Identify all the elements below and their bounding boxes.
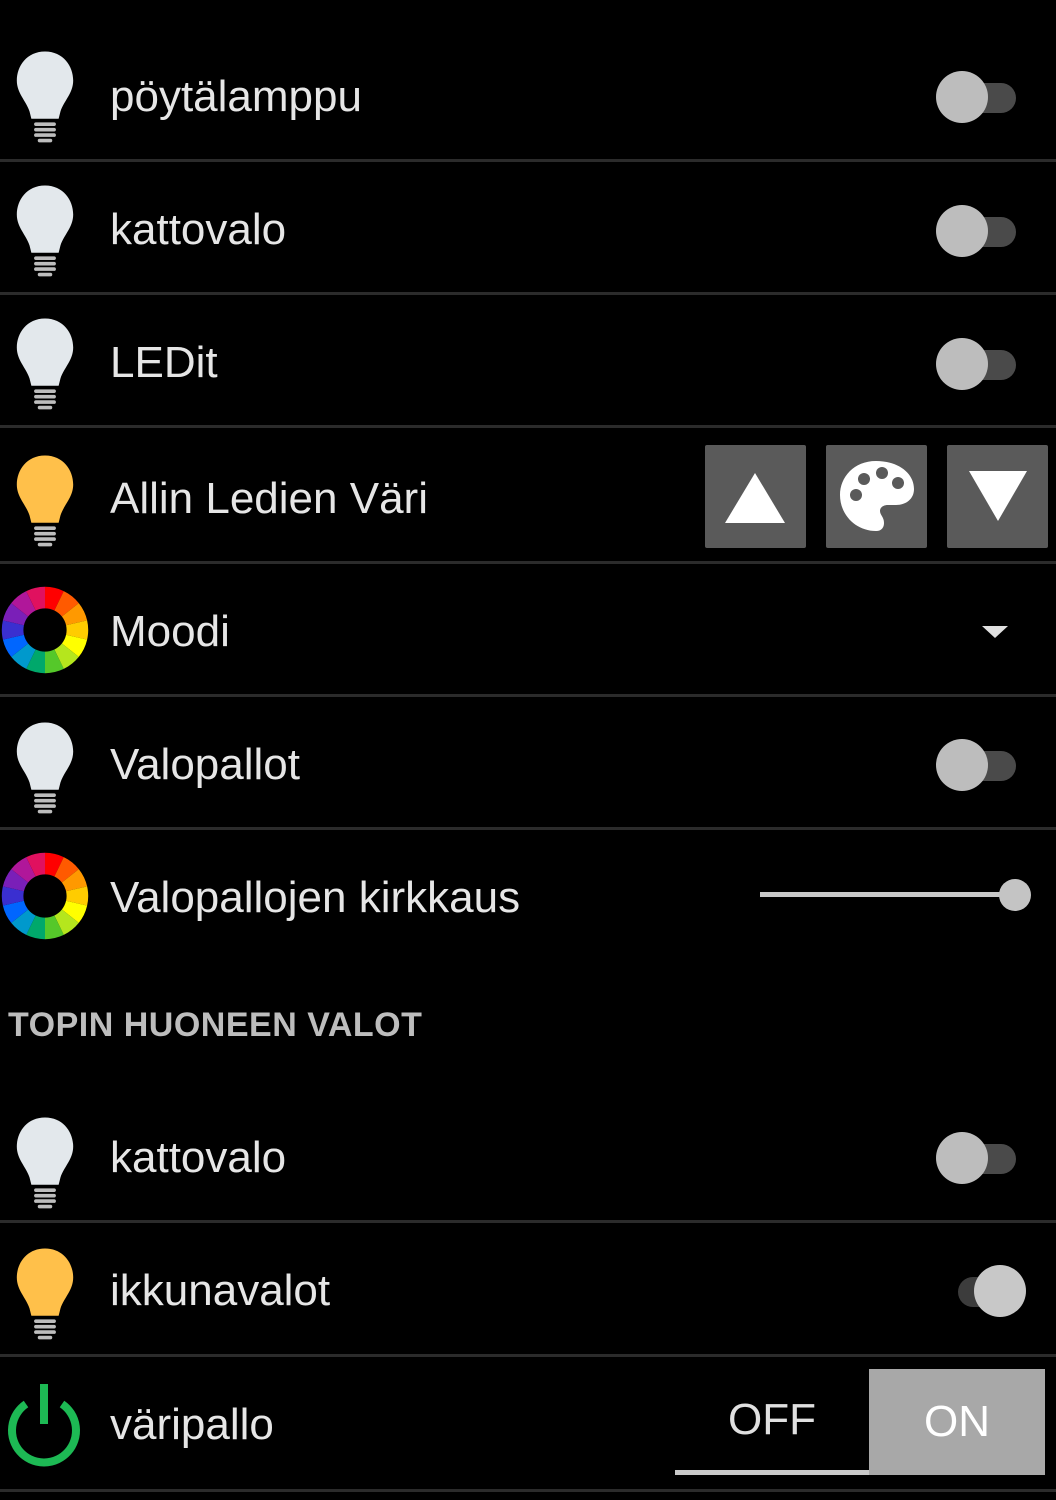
item-label: kattovalo — [110, 205, 287, 254]
brightness-slider-track[interactable] — [760, 892, 1015, 897]
toggle-switch[interactable] — [936, 333, 1026, 393]
down-button[interactable] — [947, 445, 1048, 548]
color-wheel-icon — [1, 586, 89, 674]
divider — [0, 1354, 1056, 1357]
item-label: Allin Ledien Väri — [110, 474, 428, 523]
item-label: ikkunavalot — [110, 1266, 331, 1315]
list-item-ledit[interactable]: LEDit — [0, 295, 1056, 426]
brightness-slider-thumb[interactable] — [999, 879, 1031, 911]
bulb-on-icon — [16, 455, 74, 547]
bulb-off-icon — [16, 722, 74, 814]
color-wheel-icon — [1, 852, 89, 940]
item-label: LEDit — [110, 338, 218, 387]
divider — [0, 1489, 1056, 1492]
list-item-moodi[interactable]: Moodi — [0, 564, 1056, 695]
segment-on-button[interactable]: ON — [869, 1369, 1045, 1475]
toggle-switch[interactable] — [936, 66, 1026, 126]
section-header: TOPIN HUONEEN VALOT — [8, 1006, 423, 1044]
item-label: Moodi — [110, 607, 230, 656]
item-label: väripallo — [110, 1400, 274, 1449]
up-arrow-icon — [725, 473, 785, 523]
toggle-switch[interactable] — [936, 200, 1026, 260]
bulb-off-icon — [16, 1117, 74, 1209]
bulb-off-icon — [16, 318, 74, 410]
list-item-kattovalo-topi[interactable]: kattovalo — [0, 1090, 1056, 1220]
toggle-switch[interactable] — [936, 1127, 1026, 1187]
item-label: Valopallojen kirkkaus — [110, 873, 521, 922]
segment-off-button[interactable]: OFF — [675, 1369, 869, 1475]
list-item-kattovalo[interactable]: kattovalo — [0, 162, 1056, 293]
bulb-off-icon — [16, 185, 74, 277]
toggle-switch[interactable] — [936, 1260, 1026, 1320]
list-item-poytalamppu[interactable]: pöytälamppu — [0, 0, 1056, 160]
power-icon — [8, 1384, 80, 1467]
dropdown-arrow-icon[interactable] — [980, 624, 1010, 640]
palette-button[interactable] — [826, 445, 927, 548]
list-item-ikkunavalot[interactable]: ikkunavalot — [0, 1223, 1056, 1354]
down-arrow-icon — [969, 471, 1027, 521]
list-item-allin-ledien-vari: Allin Ledien Väri — [0, 428, 1056, 561]
bulb-on-icon — [16, 1248, 74, 1340]
item-label: kattovalo — [110, 1133, 287, 1182]
list-item-valopallot[interactable]: Valopallot — [0, 697, 1056, 828]
up-button[interactable] — [705, 445, 806, 548]
item-label: pöytälamppu — [110, 72, 362, 121]
toggle-switch[interactable] — [936, 734, 1026, 794]
item-label: Valopallot — [110, 740, 300, 789]
palette-icon — [840, 461, 914, 531]
divider — [0, 827, 1056, 830]
bulb-off-icon — [16, 51, 74, 143]
